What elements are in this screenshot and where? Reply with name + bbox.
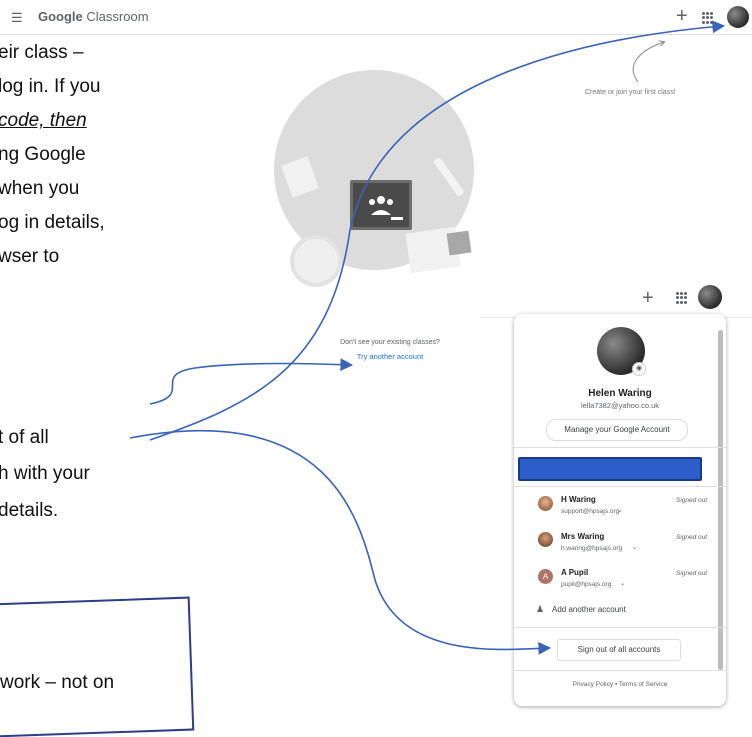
arrow-to-sign-out-all	[129, 430, 552, 655]
arrow-to-avatar	[149, 20, 726, 441]
arrow-to-try-another-account	[149, 358, 354, 405]
hint-pointer-arrow	[632, 42, 664, 83]
annotation-arrows	[129, 20, 726, 655]
